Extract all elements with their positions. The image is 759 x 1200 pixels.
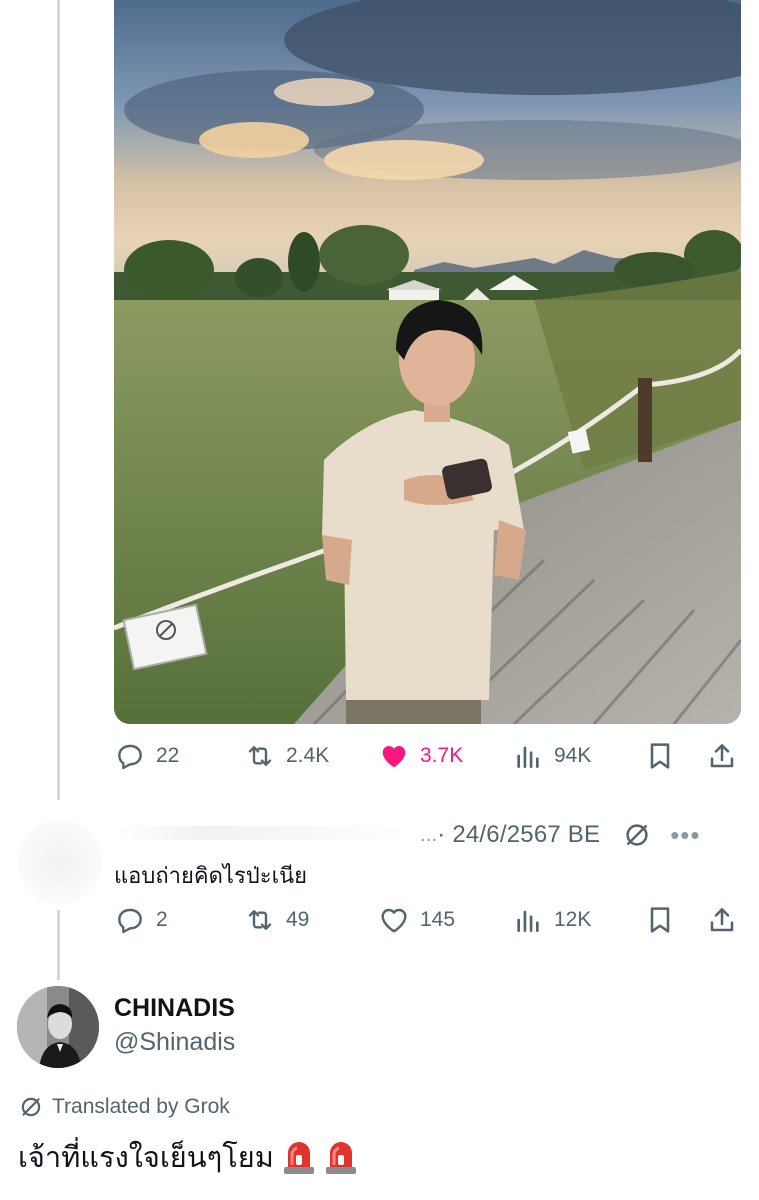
display-name[interactable]: CHINADIS	[114, 994, 235, 1023]
share-icon	[710, 908, 734, 932]
siren-emoji	[283, 1142, 314, 1174]
reply-repost-button[interactable]: 49	[244, 900, 309, 940]
bookmark-button[interactable]	[644, 736, 676, 776]
thread-line-top	[57, 0, 60, 800]
bookmark-icon	[650, 907, 670, 933]
avatar-image	[17, 986, 99, 1068]
like-button[interactable]: 3.7K	[378, 736, 463, 776]
views-button[interactable]: 94K	[512, 736, 591, 776]
heart-icon	[382, 746, 406, 768]
handle[interactable]: @Shinadis	[114, 1028, 235, 1057]
tweet-action-bar: 22 2.4K 3.7K 94K	[114, 736, 741, 776]
share-icon	[710, 744, 734, 768]
views-icon	[517, 746, 539, 768]
repost-count: 2.4K	[286, 744, 330, 767]
reply-views-count: 12K	[554, 908, 592, 931]
more-icon[interactable]: •••	[670, 820, 700, 851]
post-text: เจ้าที่แรงใจเย็นๆโยม	[18, 1142, 274, 1174]
reply-author-name	[118, 826, 408, 840]
reply-ellipsis: ...	[420, 823, 438, 846]
reply-icon	[118, 908, 142, 934]
reply-reply-count: 2	[156, 908, 168, 931]
grok-icon	[21, 1097, 41, 1117]
repost-button[interactable]: 2.4K	[244, 736, 329, 776]
like-count: 3.7K	[420, 744, 464, 767]
repost-icon	[248, 910, 272, 930]
reply-meta: ... · 24/6/2567 BE •••	[420, 818, 750, 852]
grok-icon[interactable]	[622, 820, 652, 850]
share-button[interactable]	[706, 736, 738, 776]
repost-icon	[248, 746, 272, 766]
avatar[interactable]	[17, 986, 99, 1068]
reply-action-bar: 2 49 145 12K	[114, 900, 741, 940]
reply-like-count: 145	[420, 908, 456, 931]
reply-reply-button[interactable]: 2	[114, 900, 168, 940]
tweet-photo[interactable]	[114, 0, 741, 724]
reply-date[interactable]: · 24/6/2567 BE	[437, 821, 600, 849]
reply-share-button[interactable]	[706, 900, 738, 940]
reply-like-button[interactable]: 145	[378, 900, 455, 940]
reply-views-button[interactable]: 12K	[512, 900, 591, 940]
views-icon	[517, 910, 539, 932]
translated-by-grok[interactable]: Translated by Grok	[18, 1094, 230, 1120]
reply-repost-count: 49	[286, 908, 310, 931]
bookmark-icon	[650, 743, 670, 769]
translated-label: Translated by Grok	[52, 1095, 230, 1118]
reply-text: แอบถ่ายคิดไรป่ะเนีย	[114, 863, 308, 888]
views-count: 94K	[554, 744, 592, 767]
reply-bookmark-button[interactable]	[644, 900, 676, 940]
photo-image	[114, 0, 741, 724]
post-text-row: เจ้าที่แรงใจเย็นๆโยม	[18, 1134, 358, 1180]
siren-emoji	[325, 1142, 356, 1174]
reply-count: 22	[156, 744, 180, 767]
heart-icon	[381, 908, 407, 933]
thread-line-bottom	[57, 910, 60, 980]
reply-icon	[118, 744, 142, 770]
reply-avatar[interactable]	[18, 820, 102, 904]
reply-button[interactable]: 22	[114, 736, 179, 776]
